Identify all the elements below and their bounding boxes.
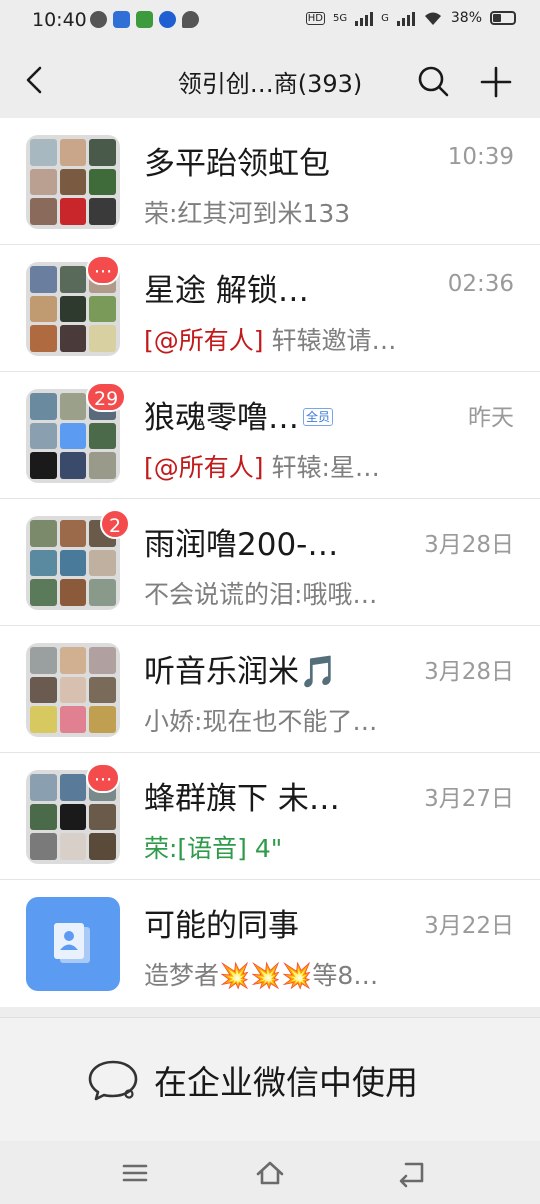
chat-time: 02:36 (447, 271, 514, 297)
network-5g-label: 5G (333, 12, 348, 24)
chat-preview-text: 轩辕邀请… (263, 326, 397, 355)
enterprise-wechat-content: 在企业微信中使用 (86, 1056, 418, 1104)
voice-message-text: 荣:[语音] 4" (144, 834, 283, 863)
chat-row[interactable]: 可能的同事 3月22日 造梦者💥💥💥等8… (0, 880, 540, 1007)
page-title: 领引创…商(393) (177, 70, 363, 98)
status-time: 10:40 (32, 9, 87, 31)
mention-tag: [@所有人] (144, 453, 264, 482)
group-avatar (26, 643, 120, 737)
status-bar: 10:40 HD 5G G 38% (0, 0, 540, 44)
network-g-label: G (381, 12, 389, 24)
chat-preview: [@所有人] 轩辕:星… (144, 448, 380, 484)
chat-time: 昨天 (468, 405, 514, 431)
chat-name: 狼魂零噜… 全员 (144, 392, 334, 437)
chat-preview-text: 轩辕:星… (263, 453, 380, 482)
app-notification-icon (136, 11, 153, 28)
signal-2-icon (396, 10, 415, 26)
enterprise-wechat-button[interactable]: 在企业微信中使用 (0, 1017, 540, 1141)
chat-name-text: 狼魂零噜… (144, 400, 299, 436)
chat-row[interactable]: 多平跆领虹包 10:39 荣:红其河到米133 (0, 118, 540, 245)
unread-badge: 29 (86, 382, 127, 412)
chat-row[interactable]: ··· 蜂群旗下 未… 3月27日 荣:[语音] 4" (0, 753, 540, 880)
menu-icon[interactable] (119, 1157, 151, 1189)
message-notification-icon (113, 11, 130, 28)
colleagues-avatar (26, 897, 120, 991)
chat-preview: 荣:[语音] 4" (144, 829, 282, 865)
battery-icon (490, 11, 516, 25)
chat-name: 多平跆领虹包 (144, 146, 330, 182)
chat-name: 星途 解锁… (144, 273, 309, 309)
wifi-icon (424, 12, 441, 25)
chat-time: 3月27日 (424, 786, 514, 812)
chat-preview: 造梦者💥💥💥等8… (144, 961, 379, 990)
enterprise-wechat-icon (88, 1060, 138, 1101)
chat-preview: 不会说谎的泪:哦哦… (144, 580, 378, 609)
signal-icon (355, 10, 374, 26)
all-members-tag: 全员 (303, 407, 334, 426)
wechat-notification-icon (90, 11, 107, 28)
chat-name: 蜂群旗下 未… (144, 781, 340, 817)
chat-time: 3月28日 (424, 659, 514, 685)
back-nav-icon[interactable] (396, 1157, 428, 1189)
chat-name: 可能的同事 (144, 908, 299, 944)
mention-tag: [@所有人] (144, 326, 264, 355)
plus-icon[interactable] (476, 62, 516, 102)
chat-row[interactable]: ··· 星途 解锁… 02:36 [@所有人] 轩辕邀请… (0, 245, 540, 372)
battery-percent: 38% (450, 10, 482, 26)
group-avatar (26, 135, 120, 229)
enterprise-wechat-label: 在企业微信中使用 (154, 1063, 418, 1102)
chat-preview: 荣:红其河到米133 (144, 199, 351, 228)
more-badge: ··· (86, 255, 121, 285)
status-indicators: HD 5G G 38% (305, 10, 516, 26)
chat-row[interactable]: 29 狼魂零噜… 全员 昨天 [@所有人] 轩辕:星… (0, 372, 540, 499)
chat-preview: 小娇:现在也不能了… (144, 707, 378, 736)
chat-name: 雨润噜200-… (144, 527, 339, 563)
home-icon[interactable] (254, 1157, 286, 1189)
unread-badge: 2 (100, 509, 130, 539)
chat-time: 3月22日 (424, 913, 514, 939)
hd-icon: HD (305, 11, 325, 25)
contact-card-icon (54, 923, 90, 963)
notification-icons (90, 11, 199, 28)
chat-name: 听音乐润米🎵 (144, 654, 338, 690)
browser-notification-icon (159, 11, 176, 28)
system-nav-bar (0, 1141, 540, 1204)
chat-time: 3月28日 (424, 532, 514, 558)
chat-bubble-notification-icon (182, 11, 199, 28)
more-badge: ··· (86, 763, 121, 793)
chat-preview: [@所有人] 轩辕邀请… (144, 321, 396, 357)
search-icon[interactable] (414, 62, 452, 100)
title-bar: 领引创…商(393) (0, 44, 540, 118)
chat-row[interactable]: 2 雨润噜200-… 3月28日 不会说谎的泪:哦哦… (0, 499, 540, 626)
chat-list: 多平跆领虹包 10:39 荣:红其河到米133 ··· 星途 解锁… 02:36… (0, 118, 540, 1007)
chat-time: 10:39 (447, 144, 514, 170)
chat-row[interactable]: 听音乐润米🎵 3月28日 小娇:现在也不能了… (0, 626, 540, 753)
